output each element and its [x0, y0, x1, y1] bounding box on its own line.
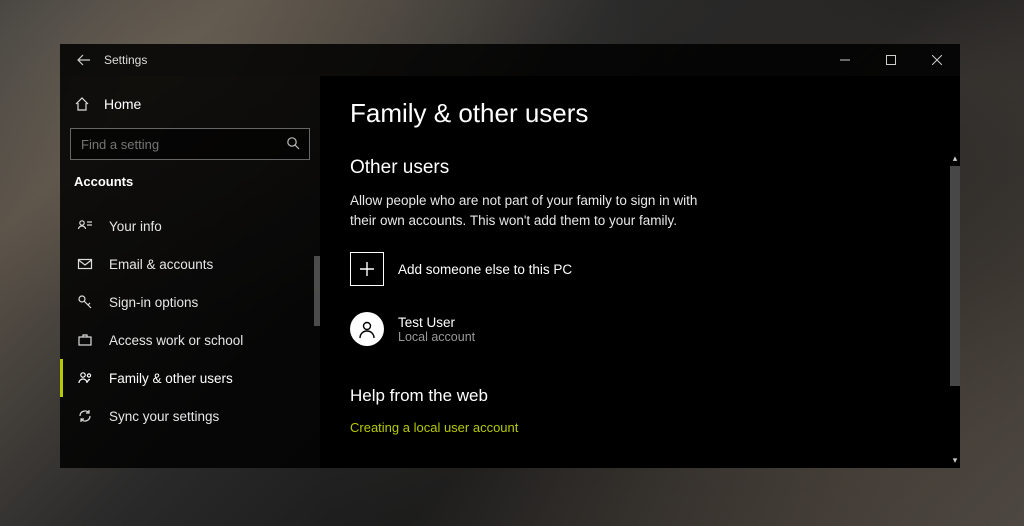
help-section-title: Help from the web	[350, 386, 930, 406]
search-input[interactable]	[70, 128, 310, 160]
maximize-button[interactable]	[868, 44, 914, 76]
plus-icon	[350, 252, 384, 286]
sidebar-item-label: Email & accounts	[109, 257, 213, 272]
settings-window: Settings Home Accounts	[60, 44, 960, 468]
home-icon	[74, 96, 90, 112]
window-body: Home Accounts Your info	[60, 76, 960, 468]
sidebar-item-your-info[interactable]: Your info	[60, 207, 320, 245]
back-button[interactable]	[70, 46, 98, 74]
sidebar-item-signin[interactable]: Sign-in options	[60, 283, 320, 321]
user-subtitle: Local account	[398, 330, 475, 344]
person-card-icon	[77, 218, 93, 234]
section-description: Allow people who are not part of your fa…	[350, 191, 720, 230]
minimize-button[interactable]	[822, 44, 868, 76]
search-wrap	[70, 128, 310, 160]
close-icon	[932, 55, 942, 65]
window-title: Settings	[104, 53, 147, 67]
home-label: Home	[104, 96, 141, 112]
sidebar-item-label: Family & other users	[109, 371, 233, 386]
person-icon	[356, 318, 378, 340]
briefcase-icon	[77, 332, 93, 348]
people-icon	[77, 370, 93, 386]
main-scrollbar[interactable]	[950, 166, 960, 386]
sidebar-item-sync[interactable]: Sync your settings	[60, 397, 320, 435]
user-entry[interactable]: Test User Local account	[350, 312, 930, 346]
scroll-down-arrow[interactable]: ▾	[951, 456, 959, 464]
sidebar-item-family[interactable]: Family & other users	[60, 359, 320, 397]
key-icon	[77, 294, 93, 310]
user-name: Test User	[398, 315, 475, 330]
help-link[interactable]: Creating a local user account	[350, 420, 930, 435]
avatar	[350, 312, 384, 346]
close-button[interactable]	[914, 44, 960, 76]
maximize-icon	[886, 55, 896, 65]
titlebar: Settings	[60, 44, 960, 76]
sidebar-category: Accounts	[60, 174, 320, 207]
sidebar-item-work[interactable]: Access work or school	[60, 321, 320, 359]
sidebar-item-label: Sync your settings	[109, 409, 219, 424]
main-content: Family & other users Other users Allow p…	[320, 76, 960, 468]
sidebar-item-label: Access work or school	[109, 333, 243, 348]
sidebar-item-email[interactable]: Email & accounts	[60, 245, 320, 283]
arrow-left-icon	[77, 53, 91, 67]
sidebar-nav: Your info Email & accounts Sign-in optio…	[60, 207, 320, 435]
scroll-up-arrow[interactable]: ▴	[951, 154, 959, 162]
sync-icon	[77, 408, 93, 424]
add-user-button[interactable]: Add someone else to this PC	[350, 252, 930, 286]
minimize-icon	[840, 55, 850, 65]
add-user-label: Add someone else to this PC	[398, 262, 572, 277]
home-button[interactable]: Home	[60, 88, 320, 120]
user-info: Test User Local account	[398, 315, 475, 344]
page-title: Family & other users	[350, 98, 930, 129]
sidebar-item-label: Sign-in options	[109, 295, 198, 310]
mail-icon	[77, 256, 93, 272]
sidebar-item-label: Your info	[109, 219, 162, 234]
section-title: Other users	[350, 157, 930, 179]
sidebar: Home Accounts Your info	[60, 76, 320, 468]
